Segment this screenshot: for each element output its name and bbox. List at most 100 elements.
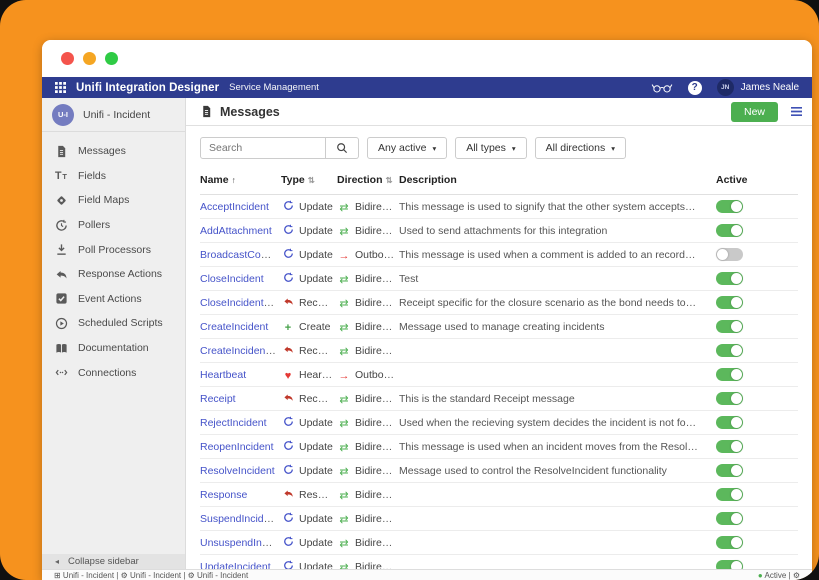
help-icon[interactable]: ?: [688, 81, 702, 95]
table-row[interactable]: CloseIncidentReceipt Receipt ⇄Bidirectio…: [200, 291, 798, 315]
table-row[interactable]: Receipt Receipt ⇄Bidirectional This is t…: [200, 387, 798, 411]
active-toggle[interactable]: [716, 536, 743, 549]
workspace-header[interactable]: U-I Unifi - Incident: [42, 98, 185, 132]
active-toggle[interactable]: [716, 344, 743, 357]
sidebar-item-label: Fields: [78, 170, 106, 182]
sidebar-item-connections[interactable]: Connections: [42, 360, 185, 385]
column-header-direction[interactable]: Direction⇅: [337, 169, 399, 195]
message-name-link[interactable]: AddAttachment: [200, 225, 272, 237]
new-button[interactable]: New: [731, 102, 778, 122]
sidebar-item-pollers[interactable]: Pollers: [42, 213, 185, 238]
table-row[interactable]: UpdateIncident Update ⇄Bidirectional: [200, 555, 798, 570]
sidebar-item-label: Response Actions: [78, 268, 162, 280]
column-header-type[interactable]: Type⇅: [281, 169, 337, 195]
message-description: [399, 555, 702, 570]
sidebar-item-poll-processors[interactable]: Poll Processors: [42, 237, 185, 262]
response-actions-icon: [54, 268, 68, 281]
sidebar-item-scheduled-scripts[interactable]: Scheduled Scripts: [42, 311, 185, 336]
footer-breadcrumbs: ⊞ Unifi - Incident | ⚙ Unifi - Incident …: [54, 571, 248, 580]
message-name-link[interactable]: ReopenIncident: [200, 441, 274, 453]
active-toggle[interactable]: [716, 200, 743, 213]
table-row[interactable]: UnsuspendIncident Update ⇄Bidirectional: [200, 531, 798, 555]
zoom-window-button[interactable]: [105, 52, 118, 65]
spectacles-icon[interactable]: [651, 82, 673, 93]
message-name-link[interactable]: CloseIncidentReceipt: [200, 297, 281, 309]
table-row[interactable]: BroadcastComment Update →Outbound This m…: [200, 243, 798, 267]
bidirectional-direction-icon: ⇄: [337, 323, 351, 333]
message-name-link[interactable]: SuspendIncident: [200, 513, 278, 525]
message-name-link[interactable]: UpdateIncident: [200, 561, 271, 570]
type-filter-dropdown[interactable]: All types▾: [455, 137, 526, 159]
search-input[interactable]: [200, 137, 326, 159]
table-row[interactable]: ReopenIncident Update ⇄Bidirectional Thi…: [200, 435, 798, 459]
create-type-icon: +: [281, 323, 295, 333]
message-name-link[interactable]: Heartbeat: [200, 369, 246, 381]
active-toggle[interactable]: [716, 272, 743, 285]
sidebar-item-label: Messages: [78, 145, 126, 157]
active-toggle[interactable]: [716, 416, 743, 429]
sidebar-item-fields[interactable]: TT Fields: [42, 164, 185, 189]
app-context-label: Service Management: [229, 82, 319, 93]
sidebar-item-response-actions[interactable]: Response Actions: [42, 262, 185, 287]
table-row[interactable]: SuspendIncident Update ⇄Bidirectional: [200, 507, 798, 531]
active-toggle[interactable]: [716, 320, 743, 333]
close-window-button[interactable]: [61, 52, 74, 65]
sidebar-item-messages[interactable]: Messages: [42, 139, 185, 164]
sidebar-item-documentation[interactable]: Documentation: [42, 336, 185, 361]
active-toggle[interactable]: [716, 512, 743, 525]
table-row[interactable]: RejectIncident Update ⇄Bidirectional Use…: [200, 411, 798, 435]
filter-bar: Any active▾ All types▾ All directions▾: [200, 137, 798, 159]
active-toggle[interactable]: [716, 560, 743, 569]
footer-status: ● Active | ⚙: [758, 571, 800, 580]
document-icon: [200, 105, 213, 118]
active-toggle[interactable]: [716, 248, 743, 261]
sidebar-item-label: Event Actions: [78, 293, 142, 305]
table-row[interactable]: CreateIncident +Create ⇄Bidirectional Me…: [200, 315, 798, 339]
app-grid-icon[interactable]: [55, 82, 66, 93]
table-row[interactable]: ResolveIncident Update ⇄Bidirectional Me…: [200, 459, 798, 483]
active-toggle[interactable]: [716, 224, 743, 237]
user-menu[interactable]: JN James Neale: [717, 79, 799, 96]
message-name-link[interactable]: CloseIncident: [200, 273, 264, 285]
collapse-left-icon: ◂: [55, 557, 59, 566]
minimize-window-button[interactable]: [83, 52, 96, 65]
top-navbar: Unifi Integration Designer Service Manag…: [42, 77, 812, 98]
direction-filter-dropdown[interactable]: All directions▾: [535, 137, 626, 159]
search-button[interactable]: [326, 137, 359, 159]
messages-table: Name↑ Type⇅ Direction⇅ Description Activ…: [200, 169, 798, 569]
receipt-type-icon: [281, 392, 295, 403]
table-row[interactable]: CloseIncident Update ⇄Bidirectional Test: [200, 267, 798, 291]
workspace-avatar: U-I: [52, 104, 74, 126]
sidebar-item-field-maps[interactable]: Field Maps: [42, 188, 185, 213]
table-row[interactable]: CreateIncidentReceipt Receipt ⇄Bidirecti…: [200, 339, 798, 363]
table-row[interactable]: Response Response ⇄Bidirectional: [200, 483, 798, 507]
message-name-link[interactable]: UnsuspendIncident: [200, 537, 281, 549]
active-toggle[interactable]: [716, 440, 743, 453]
table-row[interactable]: AcceptIncident Update ⇄Bidirectional Thi…: [200, 195, 798, 219]
table-row[interactable]: AddAttachment Update ⇄Bidirectional Used…: [200, 219, 798, 243]
message-name-link[interactable]: Response: [200, 489, 247, 501]
message-name-link[interactable]: ResolveIncident: [200, 465, 275, 477]
heartbeat-type-icon: ♥: [281, 371, 295, 381]
message-name-link[interactable]: BroadcastComment: [200, 249, 281, 261]
message-name-link[interactable]: AcceptIncident: [200, 201, 269, 213]
bidirectional-direction-icon: ⇄: [337, 443, 351, 453]
active-filter-dropdown[interactable]: Any active▾: [367, 137, 447, 159]
list-menu-icon[interactable]: [787, 104, 806, 119]
active-toggle[interactable]: [716, 392, 743, 405]
sidebar-item-event-actions[interactable]: Event Actions: [42, 287, 185, 312]
response-type-icon: [281, 488, 295, 499]
active-toggle[interactable]: [716, 368, 743, 381]
active-toggle[interactable]: [716, 488, 743, 501]
message-name-link[interactable]: CreateIncidentReceipt: [200, 345, 281, 357]
message-name-link[interactable]: Receipt: [200, 393, 236, 405]
message-description: Message used to control the ResolveIncid…: [399, 459, 702, 483]
collapse-sidebar-button[interactable]: ◂ Collapse sidebar: [42, 554, 185, 569]
message-name-link[interactable]: CreateIncident: [200, 321, 268, 333]
table-row[interactable]: Heartbeat ♥Heartbeat →Outbound: [200, 363, 798, 387]
active-toggle[interactable]: [716, 464, 743, 477]
column-header-name[interactable]: Name↑: [200, 169, 281, 195]
message-name-link[interactable]: RejectIncident: [200, 417, 267, 429]
active-toggle[interactable]: [716, 296, 743, 309]
message-description: This is the standard Receipt message: [399, 387, 702, 411]
